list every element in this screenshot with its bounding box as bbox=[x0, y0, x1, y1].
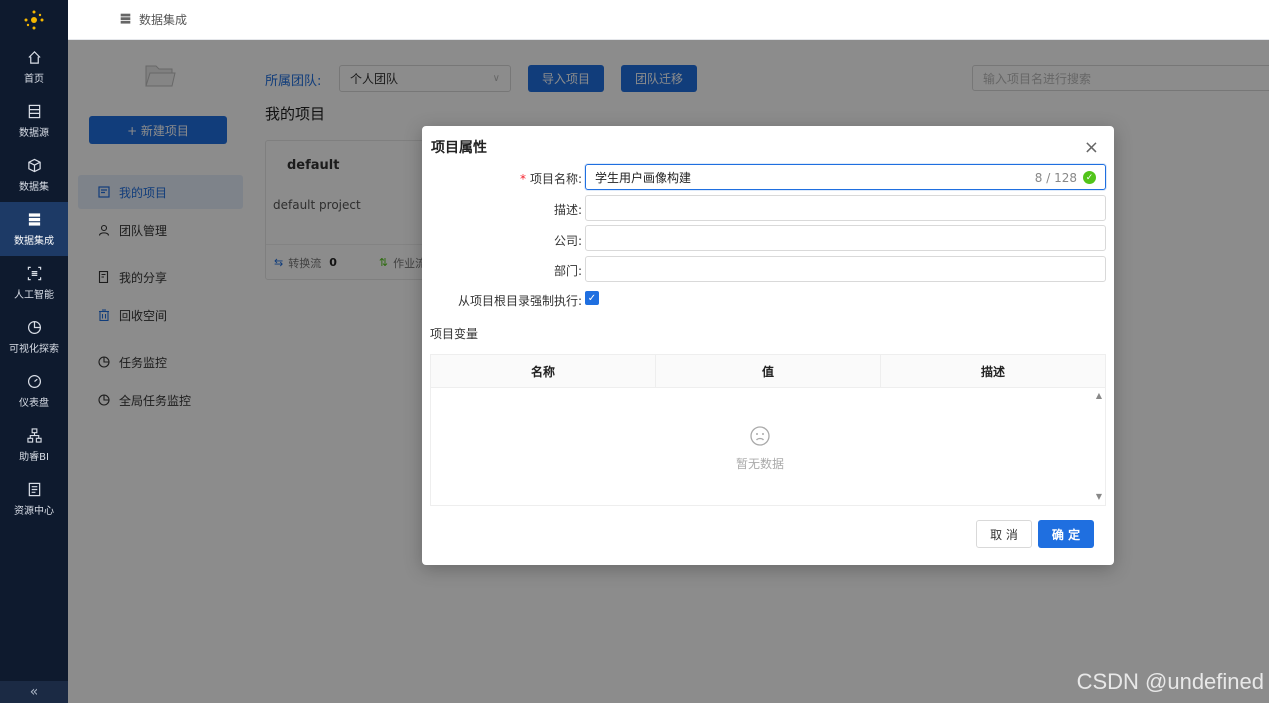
nav-item-label: 可视化探索 bbox=[9, 344, 59, 355]
database-stack-icon bbox=[26, 211, 42, 227]
nav-collapse-button[interactable]: « bbox=[0, 681, 68, 703]
force-root-checkbox[interactable]: ✓ bbox=[585, 291, 599, 305]
company-label: 公司: bbox=[553, 234, 582, 248]
close-icon[interactable]: × bbox=[1084, 137, 1099, 158]
dialog-title: 项目属性 bbox=[431, 140, 487, 156]
nav-item-label: 仪表盘 bbox=[19, 398, 49, 409]
check-circle-icon: ✓ bbox=[1083, 171, 1096, 184]
scroll-up-icon[interactable]: ▲ bbox=[1096, 391, 1102, 400]
name-label: * 项目名称: bbox=[519, 172, 582, 186]
nav-item-label: 人工智能 bbox=[14, 290, 54, 301]
app-logo[interactable] bbox=[0, 0, 68, 40]
nav-item-label: 助睿BI bbox=[19, 452, 49, 463]
top-header: 数据集成 bbox=[68, 0, 1269, 40]
variables-table: 名称 值 描述 暂无数据 ▲ ▼ bbox=[430, 354, 1106, 506]
nav-item-resource-center[interactable]: 资源中心 bbox=[0, 472, 68, 526]
description-input[interactable] bbox=[585, 195, 1106, 221]
cube-icon bbox=[26, 157, 42, 173]
nav-item-visual-explore[interactable]: 可视化探索 bbox=[0, 310, 68, 364]
nav-item-ai[interactable]: 人工智能 bbox=[0, 256, 68, 310]
column-header-name: 名称 bbox=[431, 355, 656, 387]
nav-item-label: 资源中心 bbox=[14, 506, 54, 517]
org-chart-icon bbox=[26, 427, 42, 443]
resource-icon bbox=[26, 481, 42, 497]
variables-title: 项目变量 bbox=[430, 327, 479, 341]
pie-chart-icon bbox=[26, 319, 42, 335]
scroll-down-icon[interactable]: ▼ bbox=[1096, 492, 1102, 501]
department-input[interactable] bbox=[585, 256, 1106, 282]
nav-item-label: 数据集 bbox=[19, 182, 49, 193]
empty-text: 暂无数据 bbox=[735, 457, 784, 471]
description-label: 描述: bbox=[553, 203, 582, 217]
confirm-button[interactable]: 确 定 bbox=[1038, 520, 1094, 548]
force-root-label: 从项目根目录强制执行: bbox=[457, 294, 582, 308]
nav-item-datasource[interactable]: 数据源 bbox=[0, 94, 68, 148]
nav-item-data-integration[interactable]: 数据集成 bbox=[0, 202, 68, 256]
project-properties-dialog: 项目属性 × * 项目名称: 学生用户画像构建 8 / 128 ✓ 描述: 公司:… bbox=[422, 126, 1114, 565]
nav-item-label: 首页 bbox=[24, 74, 44, 85]
nav-item-dataset[interactable]: 数据集 bbox=[0, 148, 68, 202]
page-title: 数据集成 bbox=[139, 13, 188, 27]
company-input[interactable] bbox=[585, 225, 1106, 251]
main-nav: 首页 数据源 数据集 数据集成 人工智能 可视化探索 仪表盘 助睿BI 资源中心… bbox=[0, 0, 68, 703]
database-stack-icon bbox=[120, 13, 131, 27]
datasource-icon bbox=[26, 103, 42, 119]
nav-item-zhurui-bi[interactable]: 助睿BI bbox=[0, 418, 68, 472]
column-header-description: 描述 bbox=[980, 364, 1005, 379]
char-count: 8 / 128 bbox=[1034, 171, 1077, 185]
project-name-input[interactable]: 学生用户画像构建 8 / 128 ✓ bbox=[585, 164, 1106, 190]
nav-item-home[interactable]: 首页 bbox=[0, 40, 68, 94]
empty-state: 暂无数据 bbox=[431, 425, 1089, 472]
gauge-icon bbox=[26, 373, 42, 389]
nav-item-label: 数据集成 bbox=[14, 236, 54, 247]
watermark: CSDN @undefined bbox=[1076, 669, 1264, 694]
nav-item-dashboard[interactable]: 仪表盘 bbox=[0, 364, 68, 418]
column-header-value: 值 bbox=[656, 355, 881, 387]
frown-icon bbox=[749, 425, 771, 447]
cancel-button[interactable]: 取 消 bbox=[976, 520, 1032, 548]
logo-icon bbox=[24, 10, 44, 30]
ai-scan-icon bbox=[26, 265, 42, 281]
table-header: 名称 值 描述 bbox=[431, 355, 1105, 388]
home-icon bbox=[26, 49, 42, 65]
project-name-value: 学生用户画像构建 bbox=[595, 170, 692, 185]
department-label: 部门: bbox=[553, 264, 582, 278]
nav-item-label: 数据源 bbox=[19, 128, 49, 139]
